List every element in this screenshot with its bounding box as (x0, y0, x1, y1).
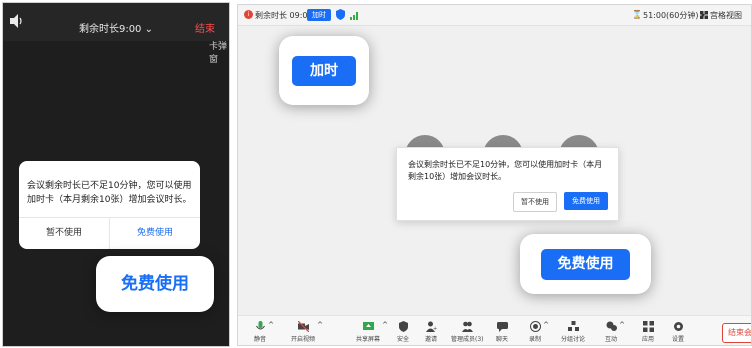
chat-button[interactable]: 聊天 (496, 321, 508, 343)
partial-label: 卡弹窗 (209, 42, 228, 65)
not-now-button[interactable]: 暂不使用 (19, 218, 109, 249)
shield-icon[interactable] (336, 9, 345, 20)
meeting-duration[interactable]: 51:00(60分钟) ▾ (643, 10, 705, 21)
end-meeting-button[interactable]: 结束会 (722, 323, 751, 343)
invite-icon: + (425, 321, 437, 332)
chevron-up-icon: ^ (317, 321, 324, 329)
signal-icon[interactable] (350, 10, 360, 20)
dialog-message: 会议剩余时长已不足10分钟，您可以使用加时卡（本月剩余10张）增加会议时长。 (27, 181, 192, 205)
mute-label: 静音 (254, 336, 267, 343)
free-use-callout: 免费使用 (520, 234, 651, 294)
apps-label: 应用 (642, 336, 655, 343)
record-label: 录制 (529, 336, 542, 343)
chat-label: 聊天 (496, 336, 509, 343)
breakout-icon (567, 321, 579, 331)
shield-icon (398, 321, 408, 332)
free-use-button[interactable]: 免费使用 (564, 192, 608, 210)
apps-button[interactable]: 应用 (642, 321, 654, 343)
remaining-time-label: 剩余时长9:00 (78, 24, 142, 35)
free-use-callout-label: 免费使用 (541, 249, 630, 280)
invite-button[interactable]: + 邀请 (425, 321, 437, 343)
dialog-message: 会议剩余时长已不足10分钟，您可以使用加时卡（本月剩余10张）增加会议时长。 (408, 160, 603, 181)
share-screen-icon (362, 322, 374, 330)
chevron-up-icon: ^ (619, 321, 626, 329)
start-video-label: 开启视频 (291, 336, 316, 343)
extend-time-callout: 加时 (279, 36, 369, 105)
mobile-top-bar: 剩余时长9:00 ⌄ 结束 (3, 3, 229, 41)
extend-time-button[interactable]: 加时 (307, 9, 331, 21)
record-icon (529, 321, 541, 332)
breakout-rooms-label: 分组讨论 (561, 336, 586, 343)
free-use-button[interactable]: 免费使用 (110, 218, 200, 249)
chevron-down-icon: ⌄ (144, 24, 154, 35)
extend-time-dialog: 会议剩余时长已不足10分钟，您可以使用加时卡（本月剩余10张）增加会议时长。 暂… (396, 147, 619, 221)
meeting-duration-label: 51:00(60分钟) (643, 11, 699, 20)
svg-text:+: + (433, 326, 437, 332)
invite-label: 邀请 (425, 336, 438, 343)
record-button[interactable]: 录制 ^ (529, 321, 549, 343)
apps-icon (642, 321, 654, 332)
settings-button[interactable]: 设置 (672, 321, 684, 343)
camera-icon (297, 321, 309, 332)
chat-icon (496, 322, 508, 332)
share-screen-button[interactable]: 共享屏幕 ^ (356, 321, 388, 343)
not-now-button[interactable]: 暂不使用 (513, 192, 557, 212)
mute-button[interactable]: 静音 ^ (254, 321, 274, 343)
settings-icon (673, 322, 683, 331)
chevron-up-icon: ^ (543, 321, 550, 329)
members-icon (461, 321, 473, 332)
info-icon: i (244, 10, 253, 19)
end-meeting-button[interactable]: 结束 (195, 20, 215, 35)
manage-members-label: 管理成员(3) (451, 336, 484, 343)
interact-label: 互动 (605, 336, 618, 343)
chevron-up-icon: ^ (268, 321, 275, 329)
start-video-button[interactable]: 开启视频 ^ (291, 321, 323, 343)
meeting-top-bar: i 剩余时长 09:00 加时 ⌛ 51:00(60分钟) ▾ 宫格视图 (238, 5, 751, 26)
share-screen-label: 共享屏幕 (356, 336, 381, 343)
chevron-up-icon: ^ (382, 321, 389, 329)
security-label: 安全 (397, 336, 410, 343)
remaining-time: 剩余时长 09:00 (255, 11, 313, 20)
extend-time-dialog: 会议剩余时长已不足10分钟，您可以使用加时卡（本月剩余10张）增加会议时长。 暂… (19, 161, 200, 249)
settings-label: 设置 (672, 336, 685, 343)
breakout-rooms-button[interactable]: 分组讨论 (561, 321, 585, 343)
free-use-callout-label: 免费使用 (121, 274, 189, 294)
interact-button[interactable]: 互动 ^ (605, 321, 625, 343)
hourglass-icon: ⌛ (632, 10, 642, 19)
manage-members-button[interactable]: 管理成员(3) (451, 321, 484, 343)
interact-icon (606, 321, 617, 331)
free-use-callout: 免费使用 (96, 256, 214, 312)
grid-view-icon (700, 11, 708, 19)
extend-time-callout-label: 加时 (292, 56, 356, 86)
mic-icon (255, 321, 265, 330)
grid-view-button[interactable]: 宫格视图 (710, 10, 742, 21)
security-button[interactable]: 安全 (397, 321, 409, 343)
